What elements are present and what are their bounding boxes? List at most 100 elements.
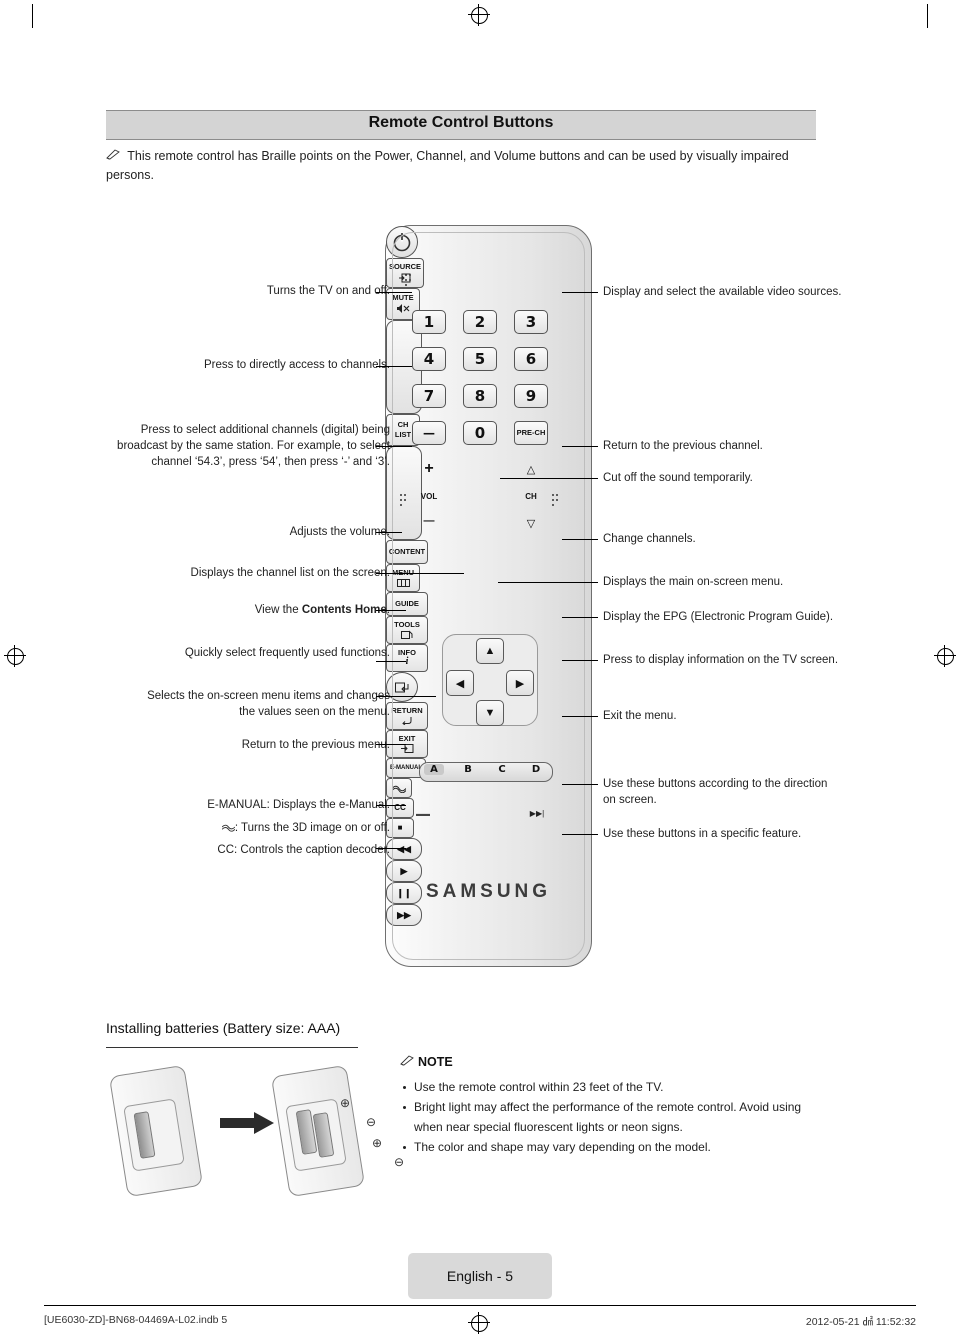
- key-2[interactable]: 2: [463, 310, 497, 334]
- callout-tools: Quickly select frequently used functions…: [184, 647, 390, 659]
- leader-volume: [376, 532, 402, 533]
- callout-return: Return to the previous menu.: [241, 739, 390, 751]
- leader-mute: [500, 478, 598, 479]
- dpad-left-button[interactable]: ◀: [446, 670, 474, 696]
- callout-guide: Display the EPG (Electronic Program Guid…: [603, 611, 834, 623]
- brand-logo: SAMSUNG: [425, 881, 552, 902]
- remote-inner-outline: [392, 232, 585, 960]
- pre-ch-button[interactable]: PRE-CH: [514, 421, 548, 445]
- leader-guide: [562, 617, 598, 618]
- 3d-glyph-icon: [221, 821, 236, 837]
- leader-return: [376, 744, 406, 745]
- key-dash[interactable]: —: [412, 421, 446, 445]
- record-icon[interactable]: ▬▬: [410, 811, 436, 818]
- callout-info: Press to display information on the TV s…: [603, 654, 839, 666]
- leader-dpad: [376, 696, 436, 697]
- braille-dots-channel: [552, 494, 561, 506]
- pencil-icon-note: [400, 1055, 414, 1066]
- callout-volume: Adjusts the volume.: [289, 526, 390, 538]
- note-item-1: Use the remote control within 23 feet of…: [400, 1077, 820, 1097]
- callout-channels: Change channels.: [603, 533, 696, 545]
- leader-exit: [562, 716, 598, 717]
- key-3[interactable]: 3: [514, 310, 548, 334]
- manual-page: Remote Control Buttons This remote contr…: [0, 0, 960, 1334]
- leader-source: [562, 292, 598, 293]
- callout-menu: Displays the main on-screen menu.: [603, 576, 784, 588]
- polarity-minus-icon-2: ⊖: [394, 1155, 405, 1169]
- callout-dpad: Selects the on-screen menu items and cha…: [147, 690, 390, 718]
- leader-power: [376, 292, 412, 293]
- registration-mark-bottom: [468, 1312, 490, 1334]
- leader-media: [562, 834, 598, 835]
- key-5[interactable]: 5: [463, 347, 497, 371]
- channel-label: CH: [525, 492, 537, 501]
- callout-abcd: Use these buttons according to the direc…: [603, 778, 828, 806]
- battery-door-1: [123, 1098, 185, 1172]
- color-button-b[interactable]: B: [458, 764, 478, 775]
- note-item-2: Bright light may affect the performance …: [400, 1097, 820, 1137]
- polarity-plus-icon: ⊕: [340, 1096, 351, 1110]
- pencil-icon: [106, 147, 120, 160]
- polarity-plus-icon-2: ⊕: [372, 1136, 383, 1150]
- dpad-up-button[interactable]: ▲: [476, 638, 504, 664]
- volume-label: VOL: [420, 492, 438, 501]
- color-button-d[interactable]: D: [526, 764, 546, 775]
- header-note: This remote control has Braille points o…: [106, 147, 826, 185]
- battery-title-underline: [106, 1047, 358, 1048]
- callout-mute: Cut off the sound temporarily.: [603, 472, 753, 484]
- callout-numbers: Press to directly access to channels.: [204, 359, 390, 371]
- key-8[interactable]: 8: [463, 384, 497, 408]
- volume-down-label: —: [423, 515, 435, 527]
- braille-dots-volume: [400, 494, 409, 506]
- leader-info: [562, 660, 598, 661]
- registration-mark-top: [468, 4, 490, 26]
- callout-dash: Press to select additional channels (dig…: [117, 424, 390, 468]
- callout-content-bold: Contents Home: [301, 604, 387, 616]
- note-heading-row: NOTE: [400, 1055, 820, 1069]
- page-title: Remote Control Buttons: [368, 114, 554, 131]
- dpad-down-button[interactable]: ▼: [476, 700, 504, 726]
- section-title-bar: Remote Control Buttons: [106, 110, 816, 140]
- key-6[interactable]: 6: [514, 347, 548, 371]
- key-7[interactable]: 7: [412, 384, 446, 408]
- color-button-c[interactable]: C: [492, 764, 512, 775]
- crop-mark-top-left: [32, 4, 33, 28]
- callout-content: View the Contents Home.: [150, 602, 390, 618]
- key-1[interactable]: 1: [412, 310, 446, 334]
- volume-up-label: +: [424, 460, 434, 477]
- leader-channels: [562, 539, 598, 540]
- callout-3d-text: : Turns the 3D image on or off.: [234, 822, 390, 834]
- skip-forward-icon[interactable]: ▶▶|: [524, 809, 550, 818]
- callout-media: Use these buttons in a specific feature.: [603, 828, 802, 840]
- note-block: NOTE Use the remote control within 23 fe…: [400, 1055, 820, 1157]
- callout-3d: : Turns the 3D image on or off.: [110, 820, 390, 837]
- leader-dash: [376, 446, 412, 447]
- callout-power: Turns the TV on and off.: [266, 285, 390, 297]
- registration-mark-right: [934, 645, 956, 667]
- footer-file-name: [UE6030-ZD]-BN68-04469A-L02.indb 5: [44, 1314, 228, 1326]
- callout-ch-list: Displays the channel list on the screen.: [190, 567, 390, 579]
- crop-mark-top-right: [927, 4, 928, 28]
- dpad-right-button[interactable]: ▶: [506, 670, 534, 696]
- key-9[interactable]: 9: [514, 384, 548, 408]
- key-4[interactable]: 4: [412, 347, 446, 371]
- footer-timestamp: 2012-05-21 ㍸ 11:52:32: [805, 1316, 916, 1328]
- note-item-3: The color and shape may vary depending o…: [400, 1137, 820, 1157]
- registration-mark-left: [4, 645, 26, 667]
- callout-cc: CC: Controls the caption decoder.: [217, 844, 390, 856]
- leader-emanual: [376, 805, 406, 806]
- color-button-a[interactable]: A: [424, 764, 444, 775]
- polarity-minus-icon: ⊖: [366, 1115, 377, 1129]
- callout-exit: Exit the menu.: [603, 710, 677, 722]
- key-0[interactable]: 0: [463, 421, 497, 445]
- callout-pre-ch: Return to the previous channel.: [603, 440, 763, 452]
- callout-emanual: E-MANUAL: Displays the e-Manual.: [207, 799, 390, 811]
- leader-tools: [376, 661, 406, 662]
- channel-down-icon[interactable]: ▽: [514, 517, 548, 530]
- callout-source: Display and select the available video s…: [603, 286, 842, 298]
- header-note-text: This remote control has Braille points o…: [106, 149, 789, 182]
- channel-up-icon[interactable]: △: [514, 463, 548, 476]
- note-heading: NOTE: [418, 1055, 453, 1069]
- arrow-right-icon: [220, 1112, 274, 1139]
- leader-cc: [376, 848, 406, 849]
